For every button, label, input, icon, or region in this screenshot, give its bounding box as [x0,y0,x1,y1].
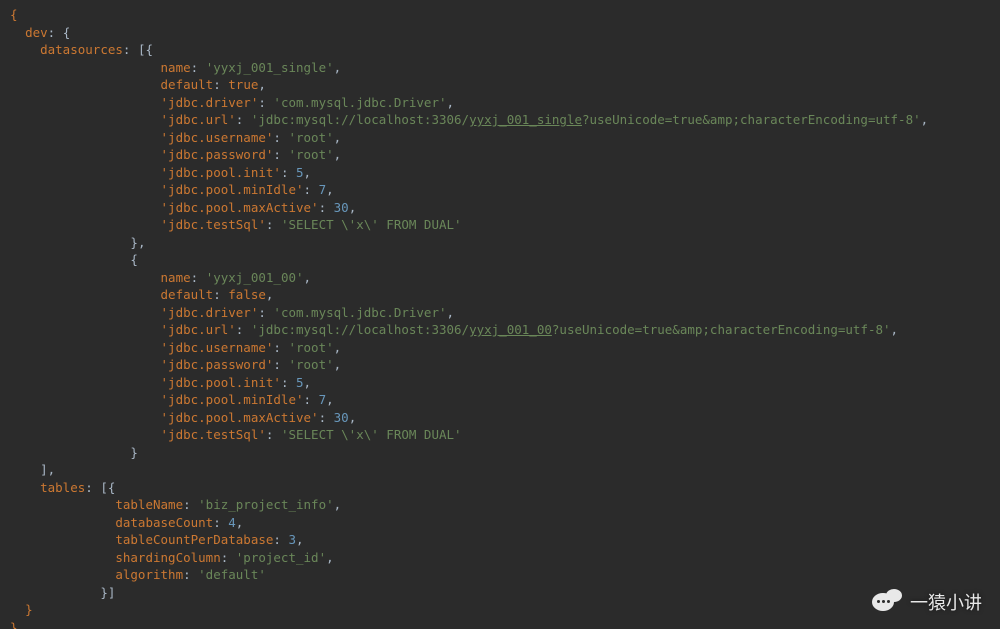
val-ds0-name: 'yyxj_001_single' [206,60,334,75]
val-true: true [228,77,258,92]
key-jdbc-driver: 'jdbc.driver' [161,305,259,320]
val-username: 'root' [288,340,333,355]
key-jdbc-driver: 'jdbc.driver' [161,95,259,110]
key-jdbc-url: 'jdbc.url' [161,112,236,127]
val-driver: 'com.mysql.jdbc.Driver' [273,95,446,110]
key-databasecount: databaseCount [115,515,213,530]
key-default: default [161,77,214,92]
val-4: 4 [228,515,236,530]
val-algorithm: 'default' [198,567,266,582]
key-jdbc-username: 'jdbc.username' [161,340,274,355]
key-default: default [161,287,214,302]
key-pool-init: 'jdbc.pool.init' [161,165,281,180]
val-7: 7 [319,392,327,407]
val-false: false [228,287,266,302]
key-shardingcolumn: shardingColumn [115,550,220,565]
val-3: 3 [288,532,296,547]
key-pool-init: 'jdbc.pool.init' [161,375,281,390]
key-jdbc-url: 'jdbc.url' [161,322,236,337]
val-testsql: 'SELECT \'x\' FROM DUAL' [281,217,462,232]
val-username: 'root' [288,130,333,145]
val-shardcol: 'project_id' [236,550,326,565]
val-url0: 'jdbc:mysql://localhost:3306/yyxj_001_si… [251,112,921,127]
key-tablename: tableName [115,497,183,512]
val-30: 30 [334,410,349,425]
key-datasources: datasources [40,42,123,57]
val-ds1-name: 'yyxj_001_00' [206,270,304,285]
key-algorithm: algorithm [115,567,183,582]
key-jdbc-password: 'jdbc.password' [161,357,274,372]
val-5: 5 [296,165,304,180]
url1-link[interactable]: yyxj_001_00 [469,322,552,337]
val-30: 30 [334,200,349,215]
key-tablecount: tableCountPerDatabase [115,532,273,547]
val-password: 'root' [288,357,333,372]
val-7: 7 [319,182,327,197]
key-tables: tables [40,480,85,495]
val-password: 'root' [288,147,333,162]
val-5: 5 [296,375,304,390]
key-pool-minidle: 'jdbc.pool.minIdle' [161,182,304,197]
key-jdbc-username: 'jdbc.username' [161,130,274,145]
key-name: name [161,270,191,285]
val-tablename: 'biz_project_info' [198,497,333,512]
brace-close: } [10,620,18,629]
code-editor[interactable]: { dev: { datasources: [{ name: 'yyxj_001… [0,0,1000,629]
val-driver: 'com.mysql.jdbc.Driver' [273,305,446,320]
key-pool-maxactive: 'jdbc.pool.maxActive' [161,410,319,425]
key-testsql: 'jdbc.testSql' [161,427,266,442]
val-url1: 'jdbc:mysql://localhost:3306/yyxj_001_00… [251,322,891,337]
key-pool-minidle: 'jdbc.pool.minIdle' [161,392,304,407]
key-pool-maxactive: 'jdbc.pool.maxActive' [161,200,319,215]
val-testsql: 'SELECT \'x\' FROM DUAL' [281,427,462,442]
key-dev: dev [25,25,48,40]
key-jdbc-password: 'jdbc.password' [161,147,274,162]
url0-link[interactable]: yyxj_001_single [469,112,582,127]
key-testsql: 'jdbc.testSql' [161,217,266,232]
key-name: name [161,60,191,75]
brace-open: { [10,7,18,22]
